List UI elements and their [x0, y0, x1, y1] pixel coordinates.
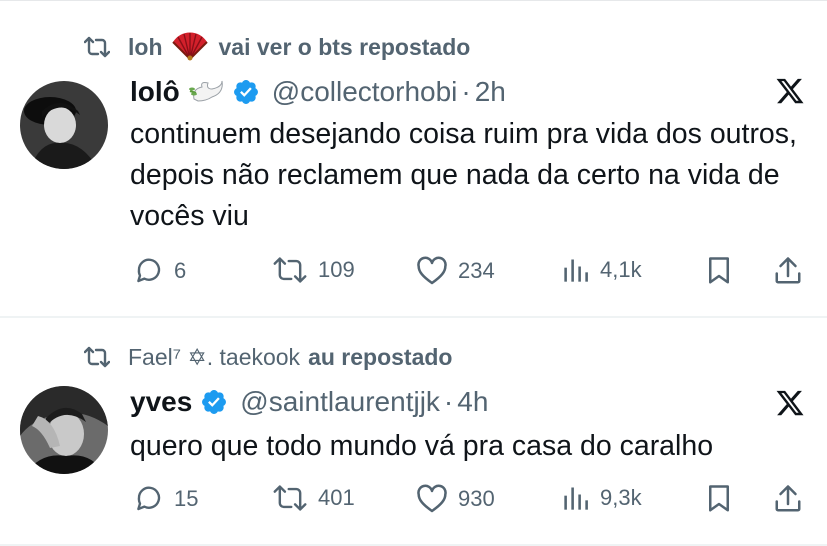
bookmark-button[interactable]: [705, 256, 733, 286]
share-button[interactable]: [773, 256, 803, 286]
reply-count: 6: [174, 258, 187, 283]
separator-dot: ·: [461, 76, 471, 107]
repost-context[interactable]: loh vai ver o bts repostado: [84, 32, 470, 62]
views-button[interactable]: 4,1k: [562, 256, 642, 284]
repost-label: au repostado: [308, 343, 453, 370]
reply-button[interactable]: 15: [134, 484, 198, 514]
repost-icon: [84, 36, 110, 58]
repost-button[interactable]: 109: [272, 256, 355, 284]
avatar[interactable]: [20, 386, 108, 474]
like-count: 930: [458, 486, 495, 511]
repost-user-name[interactable]: Fael⁷ ✡. taekook: [128, 344, 300, 371]
share-button[interactable]: [773, 484, 803, 514]
tweet-card[interactable]: Fael⁷ ✡. taekook au repostado yves @sain…: [0, 318, 827, 546]
fan-emoji-icon: [171, 32, 209, 62]
reply-icon: [137, 258, 161, 283]
verified-badge-icon: [233, 80, 258, 104]
repost-icon: [273, 257, 307, 283]
avatar[interactable]: [20, 81, 108, 169]
separator-dot: ·: [443, 386, 454, 417]
share-icon: [775, 257, 801, 284]
repost-count: 109: [318, 257, 355, 282]
views-icon: [564, 487, 588, 510]
tweet-header: yves @saintlaurentjjk · 4h: [130, 384, 488, 420]
reply-count: 15: [174, 486, 199, 511]
repost-count: 401: [318, 485, 355, 510]
display-name[interactable]: yves: [130, 386, 192, 418]
views-icon: [564, 259, 588, 282]
reply-button[interactable]: 6: [134, 256, 186, 286]
reply-icon: [137, 486, 161, 511]
repost-context[interactable]: Fael⁷ ✡. taekook au repostado: [84, 342, 452, 372]
bookmark-icon: [709, 485, 729, 512]
bookmark-button[interactable]: [705, 484, 733, 514]
action-bar: 15 401 930 9,3k: [0, 484, 827, 516]
tweet-text: continuem desejando coisa ruim pra vida …: [130, 118, 797, 232]
repost-user-name[interactable]: loh: [128, 34, 163, 61]
like-button[interactable]: 234: [416, 256, 495, 286]
view-count: 9,3k: [600, 485, 642, 510]
heart-icon: [417, 484, 447, 513]
verified-badge-icon: [202, 390, 227, 414]
tweet-card[interactable]: loh vai ver o bts repostado lolô @collec…: [0, 0, 827, 316]
user-handle[interactable]: @saintlaurentjjk: [240, 386, 440, 418]
tweet-text: quero que todo mundo vá pra casa do cara…: [130, 430, 714, 462]
timestamp[interactable]: 4h: [457, 386, 488, 418]
user-handle[interactable]: @collectorhobi: [272, 76, 458, 108]
display-name[interactable]: lolô: [130, 76, 180, 108]
x-logo-icon: [776, 390, 804, 416]
bookmark-icon: [709, 257, 729, 284]
repost-icon: [273, 485, 307, 511]
like-button[interactable]: 930: [416, 484, 495, 514]
action-bar: 6 109 234 4,1k: [0, 256, 827, 288]
repost-icon: [84, 346, 110, 368]
heart-icon: [417, 256, 447, 285]
share-icon: [775, 485, 801, 512]
repost-button[interactable]: 401: [272, 484, 355, 512]
dove-emoji-icon: [188, 77, 224, 107]
view-count: 4,1k: [600, 257, 642, 282]
views-button[interactable]: 9,3k: [562, 484, 642, 512]
repost-label: vai ver o bts repostado: [218, 33, 471, 60]
tweet-header: lolô @collectorhobi · 2h: [130, 74, 506, 110]
like-count: 234: [458, 258, 495, 283]
x-logo-icon: [776, 78, 804, 104]
timestamp[interactable]: 2h: [475, 76, 506, 108]
